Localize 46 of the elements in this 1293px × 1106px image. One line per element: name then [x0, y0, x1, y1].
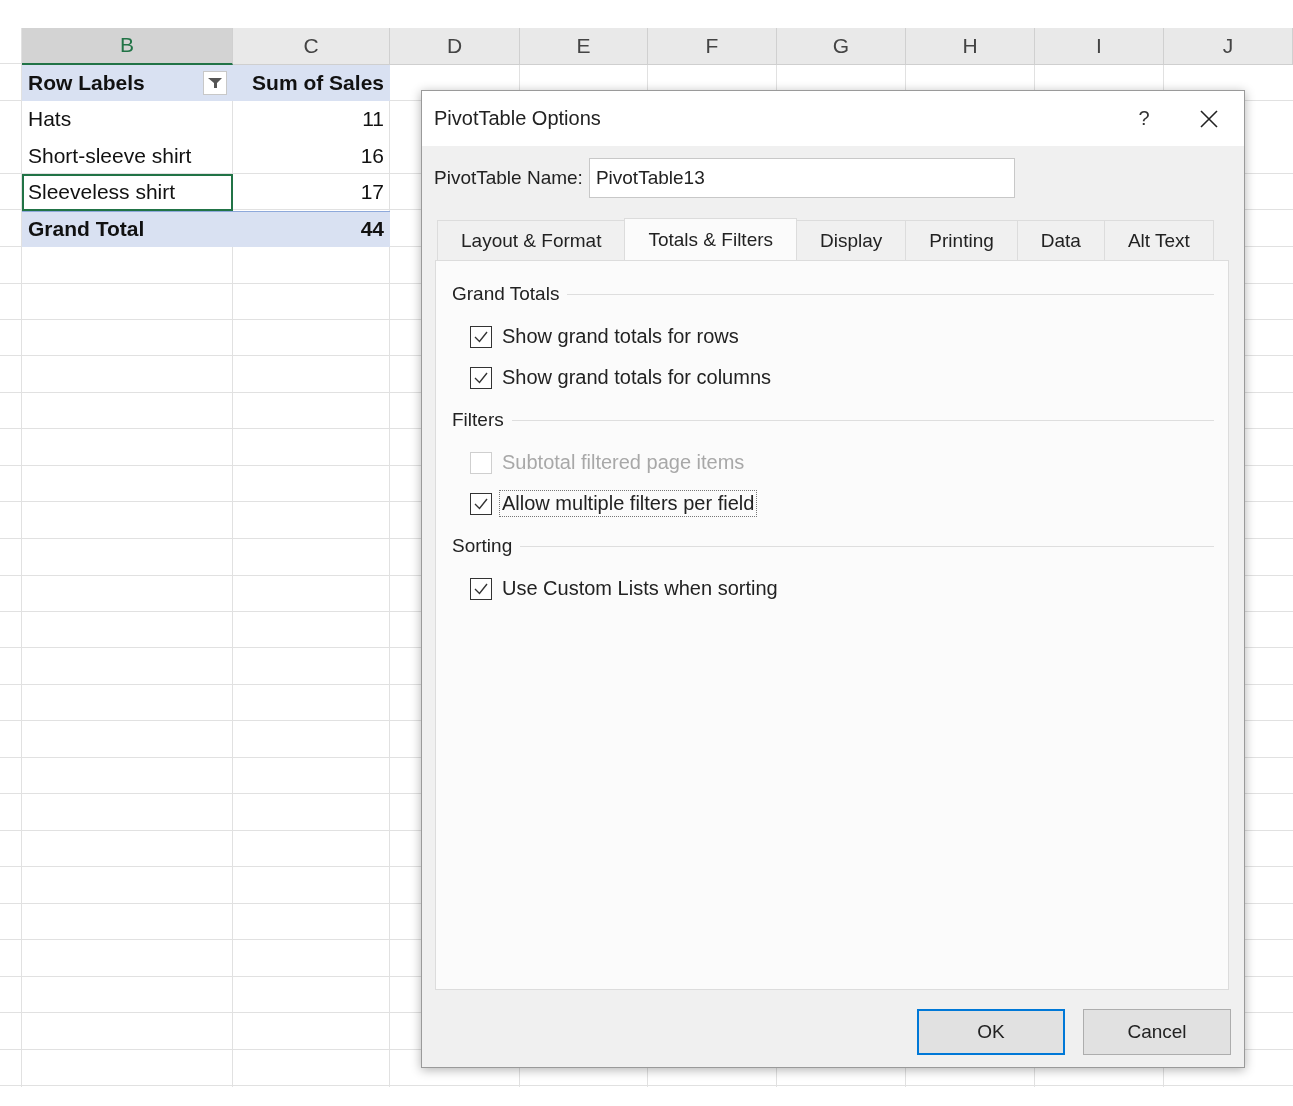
- column-header[interactable]: J: [1164, 28, 1293, 65]
- column-header[interactable]: B: [22, 28, 233, 65]
- dialog-button[interactable]: Cancel: [1083, 1009, 1231, 1055]
- checkmark-icon: [473, 496, 489, 511]
- column-header[interactable]: E: [520, 28, 648, 65]
- checkmark-icon: [473, 370, 489, 385]
- checkbox-label[interactable]: Use Custom Lists when sorting: [499, 575, 781, 602]
- close-icon: [1200, 109, 1218, 128]
- field-label: PivotTable Name:: [434, 167, 583, 189]
- column-header[interactable]: C: [233, 28, 390, 65]
- dialog-button[interactable]: OK: [917, 1009, 1065, 1055]
- checkmark-icon: [473, 329, 489, 344]
- column-header[interactable]: G: [777, 28, 906, 65]
- checkbox[interactable]: [470, 325, 492, 348]
- tab[interactable]: Totals & Filters: [624, 218, 798, 260]
- checkbox[interactable]: [470, 366, 492, 389]
- dialog-title: PivotTable Options: [434, 107, 602, 130]
- section-heading: Sorting: [452, 535, 513, 557]
- table-cell[interactable]: Hats: [22, 101, 233, 138]
- table-cell: Sum of Sales: [233, 64, 390, 101]
- column-header[interactable]: H: [906, 28, 1035, 65]
- table-cell[interactable]: Short-sleeve shirt: [22, 137, 233, 174]
- table-cell: Row Labels: [28, 70, 145, 95]
- help-button[interactable]: ?: [1114, 107, 1174, 130]
- table-cell-text: 16: [359, 142, 385, 169]
- checkbox-label[interactable]: Allow multiple filters per field: [499, 490, 758, 517]
- column-header[interactable]: D: [390, 28, 520, 65]
- name-field[interactable]: PivotTable13: [588, 158, 1015, 198]
- column-header[interactable]: F: [648, 28, 777, 65]
- filter-icon: [208, 76, 222, 89]
- checkbox-label[interactable]: Show grand totals for rows: [499, 323, 742, 350]
- table-cell-text: 17: [359, 179, 385, 206]
- section-heading: Filters: [452, 409, 504, 431]
- table-cell-text: 11: [361, 106, 385, 133]
- table-cell[interactable]: Sleeveless shirt: [22, 174, 233, 211]
- tab[interactable]: Alt Text: [1103, 220, 1214, 260]
- checkmark-icon: [473, 581, 489, 596]
- tab[interactable]: Layout & Format: [437, 220, 626, 260]
- checkbox[interactable]: [470, 492, 492, 515]
- section-heading: Grand Totals: [452, 283, 560, 305]
- filter-dropdown-button[interactable]: [203, 70, 227, 95]
- table-cell: Grand Total: [22, 210, 233, 247]
- column-header[interactable]: I: [1035, 28, 1164, 65]
- checkbox-label[interactable]: Show grand totals for columns: [499, 364, 775, 391]
- checkbox[interactable]: [470, 577, 492, 600]
- table-cell: 44: [233, 210, 390, 247]
